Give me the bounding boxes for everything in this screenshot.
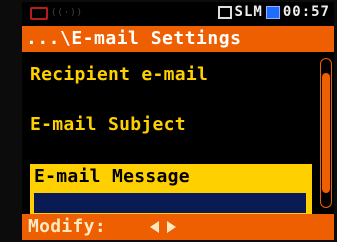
email-message-field[interactable] — [34, 193, 306, 213]
right-arrow-icon — [167, 221, 176, 233]
scrollbar-thumb[interactable] — [322, 73, 330, 193]
left-arrow-icon — [150, 221, 159, 233]
battery-indicator-icon — [265, 6, 280, 19]
status-left: ((·)) — [30, 5, 83, 21]
bottom-bar: Modify: — [22, 214, 334, 240]
menu-item-label: E-mail Message — [34, 166, 190, 187]
page-title: ...\E-mail Settings — [26, 28, 242, 49]
modify-label: Modify: — [28, 216, 106, 237]
email-message-field-frame — [30, 190, 312, 216]
device-bezel: ((·)) SLM 00:57 ...\E-mail Settings Reci… — [0, 0, 337, 242]
title-bar: ...\E-mail Settings — [22, 26, 334, 52]
settings-list: Recipient e-mail E-mail Subject E-mail M… — [30, 58, 312, 240]
menu-item-email-subject[interactable]: E-mail Subject — [30, 114, 312, 136]
menu-item-label: Recipient e-mail — [30, 64, 209, 85]
device-icon — [30, 6, 48, 20]
menu-item-email-message[interactable]: E-mail Message — [30, 164, 312, 216]
status-bar: ((·)) SLM 00:57 — [22, 2, 334, 24]
device-screen: ((·)) SLM 00:57 ...\E-mail Settings Reci… — [22, 2, 334, 240]
clock: 00:57 — [282, 4, 330, 20]
signal-icon: ((·)) — [51, 8, 84, 18]
record-indicator-icon — [217, 6, 232, 19]
status-right: SLM 00:57 — [217, 4, 330, 21]
mode-indicator: SLM — [234, 4, 263, 20]
menu-item-recipient-email[interactable]: Recipient e-mail — [30, 64, 312, 86]
selection-highlight: E-mail Message — [30, 164, 312, 190]
scrollbar[interactable] — [320, 58, 332, 208]
menu-item-label: E-mail Subject — [30, 114, 186, 135]
